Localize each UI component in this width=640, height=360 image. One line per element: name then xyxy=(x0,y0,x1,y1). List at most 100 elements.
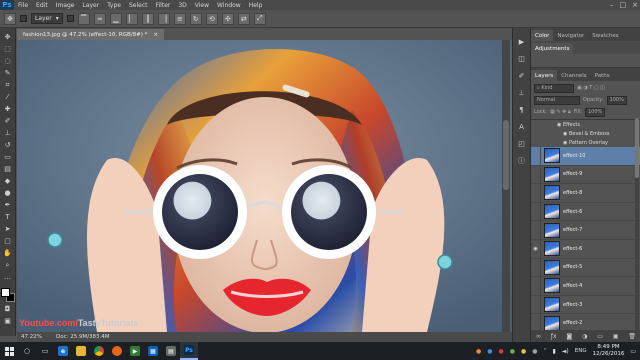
menu-window[interactable]: Window xyxy=(213,2,245,9)
layer-thumbnail[interactable] xyxy=(544,241,560,257)
type-tool-icon[interactable]: T xyxy=(2,212,13,222)
clock[interactable]: 8:49 PM 12/26/2016 xyxy=(593,344,625,357)
pen-tool-icon[interactable]: ✒ xyxy=(2,200,13,210)
quick-select-tool-icon[interactable]: ✎ xyxy=(2,68,13,78)
menu-view[interactable]: View xyxy=(191,2,213,9)
layer-thumbnail[interactable] xyxy=(544,148,560,164)
taskbar-explorer[interactable] xyxy=(72,342,90,360)
layer-name[interactable]: effect-5 xyxy=(563,264,582,270)
menu-3d[interactable]: 3D xyxy=(174,2,190,9)
taskbar-edge[interactable]: e xyxy=(54,342,72,360)
taskbar-app-gray[interactable]: ▤ xyxy=(162,342,180,360)
hand-tool-icon[interactable]: ✋ xyxy=(2,248,13,258)
play-icon[interactable]: ▶ xyxy=(516,36,528,47)
tab-channels[interactable]: Channels xyxy=(557,70,590,81)
slide-3d-icon[interactable]: ⇄ xyxy=(237,12,250,25)
info-icon[interactable]: ⓘ xyxy=(516,155,528,166)
maximize-button[interactable]: □ xyxy=(620,1,627,9)
eye-icon[interactable] xyxy=(531,258,541,277)
layer-name[interactable]: effect-8 xyxy=(563,190,582,196)
layer-thumbnail[interactable] xyxy=(544,297,560,313)
history-brush-tool-icon[interactable]: ↺ xyxy=(2,140,13,150)
tray-app-icon[interactable]: ● xyxy=(487,348,492,355)
auto-select-dropdown[interactable]: Layer ▾ xyxy=(31,13,63,24)
eye-icon[interactable] xyxy=(531,165,541,184)
brush-settings-icon[interactable]: ✐ xyxy=(516,70,528,81)
scrollbar-thumb[interactable] xyxy=(503,120,509,190)
quick-mask-icon[interactable]: ◘ xyxy=(2,304,13,314)
path-select-tool-icon[interactable]: ➤ xyxy=(2,224,13,234)
auto-select-checkbox[interactable] xyxy=(20,15,27,22)
menu-filter[interactable]: Filter xyxy=(152,2,175,9)
rotate-3d-icon[interactable]: ↻ xyxy=(189,12,202,25)
tab-paths[interactable]: Paths xyxy=(591,70,614,81)
scale-3d-icon[interactable]: ⤢ xyxy=(253,12,266,25)
eye-icon[interactable] xyxy=(531,146,541,165)
eraser-tool-icon[interactable]: ▭ xyxy=(2,152,13,162)
tray-app-icon[interactable]: ● xyxy=(521,348,526,355)
dodge-tool-icon[interactable]: ● xyxy=(2,188,13,198)
layer-row[interactable]: effect-7 xyxy=(531,221,640,240)
taskbar-search[interactable]: ○ xyxy=(18,342,36,360)
drag-3d-icon[interactable]: ✣ xyxy=(221,12,234,25)
minimize-button[interactable]: – xyxy=(610,1,614,9)
layer-thumbnail[interactable] xyxy=(544,222,560,238)
taskbar-task-view[interactable]: ▭ xyxy=(36,342,54,360)
layer-thumbnail[interactable] xyxy=(544,166,560,182)
layer-thumbnail[interactable] xyxy=(544,315,560,331)
link-layers-icon[interactable]: ∞ xyxy=(536,333,541,340)
canvas[interactable]: Youtube.com/TastyTutorials xyxy=(17,40,512,332)
align-right-icon[interactable]: ▕ xyxy=(157,12,170,25)
add-style-icon[interactable]: ƒx xyxy=(551,333,557,340)
close-tab-icon[interactable]: × xyxy=(153,32,158,38)
shape-tool-icon[interactable]: ▢ xyxy=(2,236,13,246)
align-center-icon[interactable]: ║ xyxy=(141,12,154,25)
layers-scrollbar[interactable] xyxy=(635,118,639,348)
layer-row[interactable]: effect-5 xyxy=(531,258,640,278)
layer-name[interactable]: effect-3 xyxy=(563,302,582,308)
language-indicator[interactable]: ENG xyxy=(575,348,587,354)
align-top-icon[interactable]: ▔ xyxy=(77,12,90,25)
layer-thumbnail[interactable] xyxy=(544,278,560,294)
tray-app-icon[interactable]: ● xyxy=(510,348,515,355)
taskbar-app-blue[interactable]: ▦ xyxy=(144,342,162,360)
layer-name[interactable]: effect-4 xyxy=(563,283,582,289)
layer-row[interactable]: ◉ effect-6 xyxy=(531,239,640,259)
layer-name[interactable]: effect-10 xyxy=(563,153,585,159)
blend-mode-dropdown[interactable]: Normal xyxy=(534,95,580,105)
blur-tool-icon[interactable]: ◆ xyxy=(2,176,13,186)
lasso-tool-icon[interactable]: ◌ xyxy=(2,56,13,66)
effects-group[interactable]: ◉ Effects xyxy=(531,120,640,129)
notifications-icon[interactable]: ▭ xyxy=(630,348,636,355)
move-tool-preset-icon[interactable]: ✥ xyxy=(4,12,16,25)
filter-type-icons[interactable]: ▣ ◑ T ▢ ◫ xyxy=(577,85,605,91)
tab-color[interactable]: Color xyxy=(531,30,554,41)
tab-swatches[interactable]: Swatches xyxy=(588,30,622,41)
layer-row[interactable]: effect-6 xyxy=(531,202,640,222)
eye-icon[interactable] xyxy=(531,202,541,221)
align-left-icon[interactable]: ▏ xyxy=(125,12,138,25)
lock-icons[interactable]: ▦ ✎ ✥ 🔒︎ xyxy=(550,109,571,115)
clone-stamp-tool-icon[interactable]: ⊥ xyxy=(2,128,13,138)
menu-file[interactable]: File xyxy=(14,2,32,9)
roll-3d-icon[interactable]: ⟲ xyxy=(205,12,218,25)
layer-name[interactable]: effect-7 xyxy=(563,227,582,233)
close-button[interactable]: × xyxy=(632,1,638,9)
layer-row[interactable]: effect-9 xyxy=(531,165,640,185)
chevron-up-icon[interactable]: ˄ xyxy=(543,348,546,355)
taskbar-media[interactable]: ▶ xyxy=(126,342,144,360)
tray-app-icon[interactable]: ● xyxy=(476,348,481,355)
effect-item[interactable]: ◉ Bevel & Emboss xyxy=(531,129,640,138)
tab-navigator[interactable]: Navigator xyxy=(553,30,588,41)
opacity-field[interactable]: 100% xyxy=(606,95,627,105)
layer-thumbnail[interactable] xyxy=(544,185,560,201)
taskbar-photoshop[interactable]: Ps xyxy=(180,342,198,360)
taskbar-chrome[interactable] xyxy=(90,342,108,360)
foreground-color-swatch[interactable] xyxy=(0,288,10,297)
new-layer-icon[interactable]: ▣ xyxy=(613,333,619,340)
document-tab[interactable]: fashion13.jpg @ 47.2% (effect-10, RGB/8#… xyxy=(17,29,164,40)
eye-icon[interactable] xyxy=(531,295,541,314)
menu-type[interactable]: Type xyxy=(103,2,125,9)
adjustment-layer-icon[interactable]: ◑ xyxy=(582,333,587,340)
layer-row[interactable]: effect-10 xyxy=(531,146,640,166)
